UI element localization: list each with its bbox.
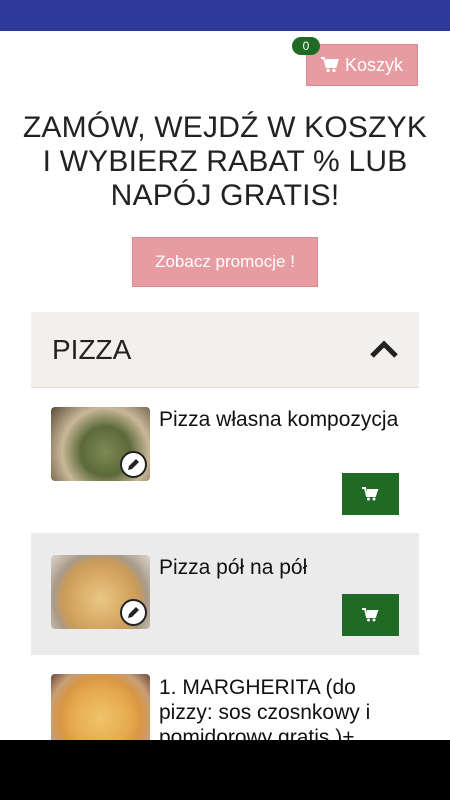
status-bar: [0, 0, 450, 31]
cart-icon: [362, 487, 379, 501]
pizza-image: [51, 674, 150, 748]
item-name: Pizza własna kompozycja: [159, 408, 399, 431]
menu-list: Pizza własna kompozycja Pizza pół na pół: [31, 389, 419, 775]
category-title: PIZZA: [52, 334, 132, 365]
cart-count-badge: 0: [292, 37, 320, 55]
pencil-icon[interactable]: [120, 599, 147, 626]
add-to-cart-button[interactable]: [342, 594, 399, 636]
cart-area: Koszyk 0: [292, 37, 418, 86]
item-name: 1. MARGHERITA (do pizzy: sos czosnkowy i…: [159, 676, 371, 749]
see-promotions-button[interactable]: Zobacz promocje !: [132, 237, 318, 287]
navigation-bar: [0, 740, 450, 800]
add-to-cart-button[interactable]: [342, 473, 399, 515]
pizza-image: [51, 407, 150, 481]
cart-icon: [320, 57, 339, 73]
list-item[interactable]: Pizza pół na pół: [31, 533, 419, 655]
cart-icon: [362, 608, 379, 622]
cart-button[interactable]: Koszyk: [306, 44, 418, 86]
pizza-image: [51, 555, 150, 629]
pencil-icon[interactable]: [120, 451, 147, 478]
cart-label: Koszyk: [344, 54, 404, 75]
list-item[interactable]: Pizza własna kompozycja: [31, 389, 419, 533]
category-header-pizza[interactable]: PIZZA: [31, 312, 419, 388]
item-name: Pizza pół na pół: [159, 556, 308, 579]
promo-headline: ZAMÓW, WEJDŹ W KOSZYK I WYBIERZ RABAT % …: [22, 111, 428, 212]
chevron-up-icon[interactable]: [369, 338, 399, 360]
